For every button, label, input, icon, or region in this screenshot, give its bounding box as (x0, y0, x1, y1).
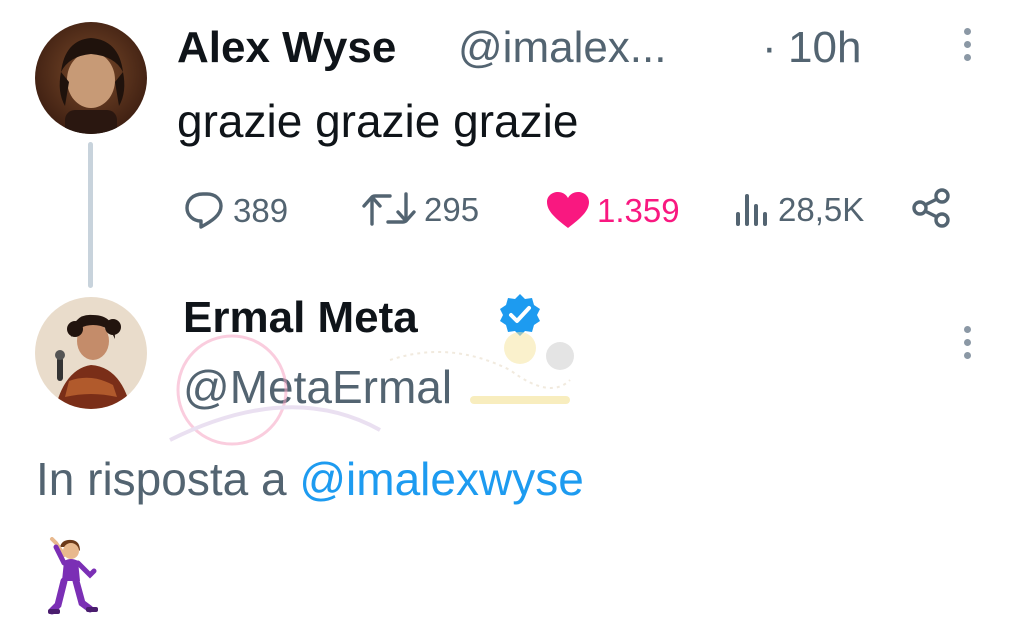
reply-to-prefix: In risposta a (36, 453, 300, 505)
reply-button[interactable]: 389 (183, 190, 288, 230)
retweet-icon (362, 192, 416, 226)
tweet1-separator: · (762, 23, 777, 72)
views-icon (736, 194, 767, 226)
tweet1-text: grazie grazie grazie (177, 95, 579, 147)
retweet-button[interactable]: 295 (360, 190, 479, 228)
like-icon (547, 192, 589, 228)
tweet2-handle[interactable]: @MetaErmal (183, 364, 452, 410)
more-dot (963, 41, 971, 48)
dancer-emoji (48, 537, 98, 615)
like-count: 1.359 (597, 191, 680, 229)
views-button[interactable]: 28,5K (732, 190, 864, 228)
share-button[interactable] (910, 188, 952, 228)
more-dot (963, 54, 971, 61)
avatar-ermal-meta[interactable] (35, 297, 147, 409)
tweet1-handle[interactable]: @imalex... (458, 26, 666, 70)
reply-to-mention-link[interactable]: @imalexwyse (299, 453, 583, 505)
reply-count: 389 (233, 191, 289, 229)
retweet-count: 295 (424, 190, 480, 228)
thread-connector-line (88, 142, 93, 288)
tweet1-more-icon[interactable] (962, 28, 972, 61)
tweet2-more-icon[interactable] (962, 326, 972, 359)
share-icon (912, 188, 950, 228)
tweet1-time[interactable]: 10h (788, 26, 861, 70)
verified-badge-icon (500, 294, 540, 336)
more-dot (963, 339, 971, 346)
more-dot (963, 352, 971, 359)
reply-to-line: In risposta a @imalexwyse (36, 456, 584, 502)
tweet-thread: Alex Wyse @imalex... · 10h grazie grazie… (0, 0, 1024, 642)
reply-icon (185, 192, 223, 229)
tweet2-author-name[interactable]: Ermal Meta (183, 296, 418, 340)
more-dot (963, 28, 971, 35)
avatar-alex-wyse[interactable] (35, 22, 147, 134)
more-dot (963, 326, 971, 333)
tweet1-author-name[interactable]: Alex Wyse (177, 26, 396, 70)
views-count: 28,5K (778, 190, 865, 228)
like-button[interactable]: 1.359 (545, 190, 680, 230)
